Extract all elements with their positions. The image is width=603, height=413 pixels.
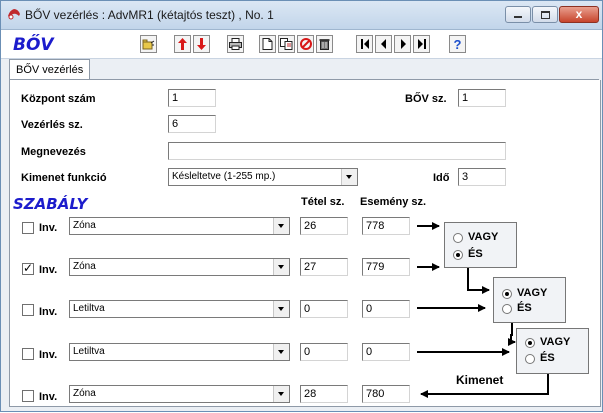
es-radio-3[interactable] — [525, 354, 535, 364]
es-radio-1[interactable] — [453, 250, 463, 260]
es-label-2: ÉS — [517, 302, 532, 314]
logic-group-1: VAGY ÉS — [444, 222, 517, 268]
logic-connectors — [417, 222, 549, 398]
es-label-3: ÉS — [540, 352, 555, 364]
logic-group-3: VAGY ÉS — [516, 328, 589, 374]
vagy-radio-2[interactable] — [502, 289, 512, 299]
vagy-label-2: VAGY — [517, 287, 548, 299]
es-radio-2[interactable] — [502, 304, 512, 314]
vagy-radio-3[interactable] — [525, 338, 535, 348]
app-window: BŐV vezérlés : AdvMR1 (kétajtós teszt) ,… — [0, 0, 603, 412]
es-label-1: ÉS — [468, 248, 483, 260]
connector-group1 — [467, 267, 490, 294]
kimenet-label: Kimenet — [456, 373, 504, 387]
vagy-label-3: VAGY — [540, 336, 571, 348]
logic-group-2: VAGY ÉS — [493, 277, 566, 323]
vagy-radio-1[interactable] — [453, 233, 463, 243]
vagy-label-1: VAGY — [468, 231, 499, 243]
connector-group2 — [508, 321, 516, 346]
